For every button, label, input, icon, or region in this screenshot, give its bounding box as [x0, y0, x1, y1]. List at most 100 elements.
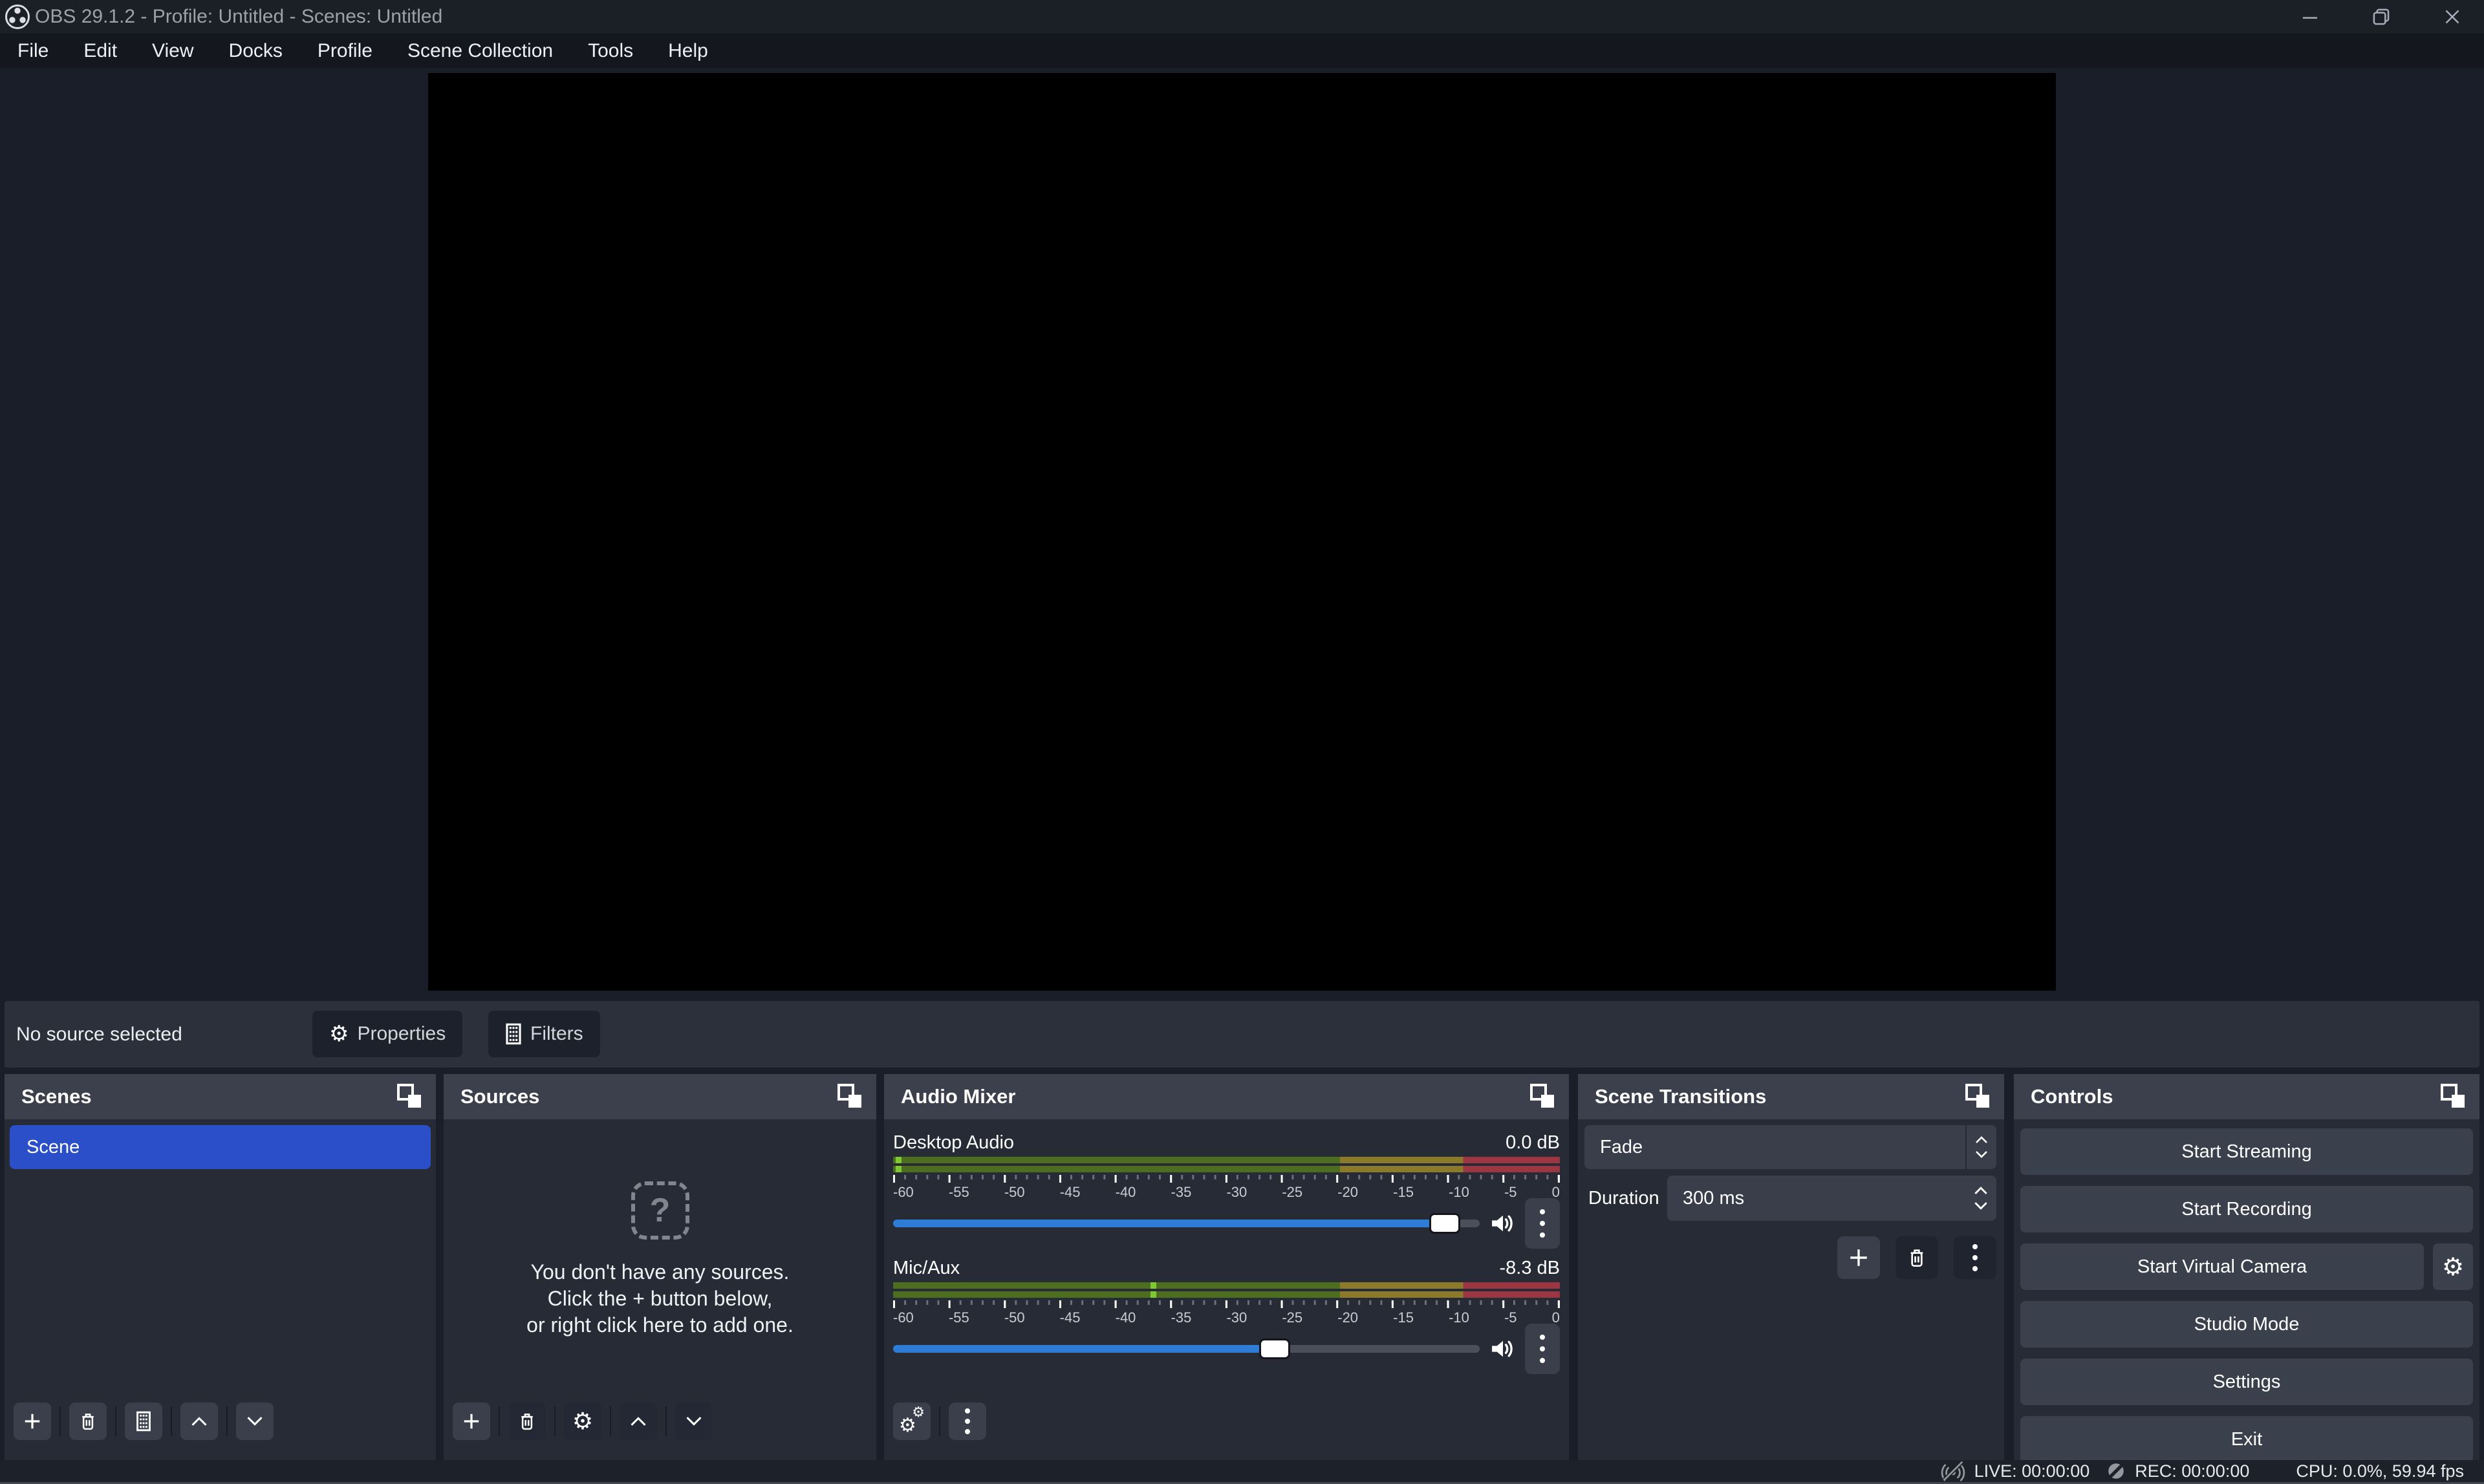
meter-scale-labels: -60-55-50-45-40-35-30-25-20-15-10-50 [893, 1309, 1560, 1326]
exit-button[interactable]: Exit [2020, 1416, 2473, 1463]
channel-name: Mic/Aux [893, 1258, 960, 1279]
scenes-panel: Scenes Scene [5, 1074, 436, 1461]
title-bar: OBS 29.1.2 - Profile: Untitled - Scenes:… [0, 0, 2484, 34]
studio-mode-button[interactable]: Studio Mode [2020, 1301, 2473, 1348]
close-button[interactable] [2437, 4, 2467, 30]
mixer-channel-mic-aux: Mic/Aux -8.3 dB -60-55-50-45-40-35-30-25… [884, 1254, 1569, 1370]
menu-bar: File Edit View Docks Profile Scene Colle… [0, 34, 2484, 68]
menu-tools[interactable]: Tools [570, 34, 651, 68]
gear-icon: ⚙ [2442, 1253, 2464, 1281]
gear-icon: ⚙ [572, 1408, 593, 1435]
chevron-up-icon [629, 1415, 647, 1427]
remove-scene-button[interactable] [69, 1403, 107, 1440]
preview-canvas[interactable] [428, 73, 2056, 991]
sources-header: Sources [444, 1074, 876, 1119]
status-bar: LIVE: 00:00:00 REC: 00:00:00 CPU: 0.0%, … [0, 1460, 2484, 1484]
add-source-button[interactable] [453, 1403, 490, 1440]
scene-transitions-panel: Scene Transitions Fade Duration 300 ms [1578, 1074, 2004, 1461]
menu-scene-collection[interactable]: Scene Collection [390, 34, 570, 68]
trash-icon [78, 1412, 98, 1431]
menu-file[interactable]: File [0, 34, 66, 68]
start-streaming-button[interactable]: Start Streaming [2020, 1128, 2473, 1175]
controls-header: Controls [2014, 1074, 2479, 1119]
duration-spinbox[interactable]: 300 ms [1667, 1176, 1996, 1221]
rec-time: REC: 00:00:00 [2135, 1461, 2249, 1481]
sources-empty-line2: Click the + button below, [526, 1285, 794, 1312]
meter-ticks [893, 1175, 1560, 1183]
filters-button[interactable]: Filters [488, 1011, 600, 1057]
minimize-button[interactable] [2295, 4, 2325, 30]
controls-title: Controls [2031, 1085, 2113, 1108]
channel-options-button[interactable] [1525, 1198, 1560, 1249]
transition-options-button[interactable] [1954, 1236, 1996, 1279]
mixer-options-button[interactable] [949, 1403, 986, 1440]
sources-toolbar: ⚙ [453, 1403, 713, 1440]
duration-spinner[interactable] [1965, 1176, 1996, 1221]
scenes-title: Scenes [21, 1085, 92, 1108]
gear-icon: ⚙ [329, 1021, 349, 1047]
start-recording-button[interactable]: Start Recording [2020, 1186, 2473, 1232]
channel-volume-db: -8.3 dB [1500, 1258, 1561, 1279]
remove-source-button[interactable] [508, 1403, 546, 1440]
menu-view[interactable]: View [135, 34, 211, 68]
advanced-audio-button[interactable]: ⚙ ⚙ [893, 1403, 931, 1440]
popout-icon[interactable] [396, 1082, 424, 1111]
channel-options-button[interactable] [1525, 1324, 1560, 1374]
transition-select-spinner[interactable] [1965, 1125, 1996, 1169]
chevron-down-icon [1975, 1150, 1988, 1158]
double-gear-icon: ⚙ ⚙ [899, 1408, 925, 1434]
source-toolbar: No source selected ⚙ Properties Filters [5, 1001, 2479, 1068]
add-scene-button[interactable] [14, 1403, 51, 1440]
transitions-header: Scene Transitions [1578, 1074, 2004, 1119]
scene-list: Scene [5, 1119, 436, 1175]
volume-slider-handle[interactable] [1259, 1339, 1290, 1359]
popout-icon[interactable] [2439, 1082, 2468, 1111]
audio-mixer-header: Audio Mixer [884, 1074, 1569, 1119]
duration-value: 300 ms [1667, 1188, 1965, 1209]
chevron-down-icon [685, 1415, 703, 1427]
scene-move-up-button[interactable] [180, 1403, 218, 1440]
scene-item-selected[interactable]: Scene [10, 1125, 431, 1169]
speaker-icon[interactable] [1490, 1212, 1516, 1235]
chevron-up-icon [1975, 1136, 1988, 1144]
filters-label: Filters [530, 1023, 583, 1045]
audio-mixer-title: Audio Mixer [901, 1085, 1015, 1108]
mixer-toolbar: ⚙ ⚙ [893, 1403, 986, 1440]
audio-mixer-panel: Audio Mixer Desktop Audio 0.0 dB -60-55-… [884, 1074, 1569, 1461]
volume-slider[interactable] [893, 1345, 1480, 1353]
menu-help[interactable]: Help [651, 34, 726, 68]
properties-button[interactable]: ⚙ Properties [312, 1011, 462, 1057]
transition-select[interactable]: Fade [1584, 1125, 1996, 1169]
chevron-up-icon [190, 1415, 208, 1427]
filter-icon [135, 1411, 152, 1432]
scenes-header: Scenes [5, 1074, 436, 1119]
menu-edit[interactable]: Edit [66, 34, 135, 68]
volume-meter [893, 1157, 1560, 1172]
virtual-camera-settings-button[interactable]: ⚙ [2433, 1243, 2473, 1290]
scene-move-down-button[interactable] [236, 1403, 274, 1440]
settings-button[interactable]: Settings [2020, 1359, 2473, 1405]
restore-button[interactable] [2366, 4, 2396, 30]
source-move-up-button[interactable] [620, 1403, 657, 1440]
popout-icon[interactable] [1529, 1082, 1557, 1111]
cpu-fps-stats: CPU: 0.0%, 59.94 fps [2296, 1461, 2464, 1481]
source-properties-button[interactable]: ⚙ [564, 1403, 601, 1440]
transition-selected-value: Fade [1584, 1137, 1965, 1158]
sources-empty-line3: or right click here to add one. [526, 1312, 794, 1339]
scene-filters-button[interactable] [125, 1403, 162, 1440]
filter-icon [505, 1023, 522, 1045]
volume-slider-handle[interactable] [1429, 1213, 1460, 1234]
sources-empty-line1: You don't have any sources. [526, 1259, 794, 1285]
chevron-down-icon [246, 1415, 264, 1427]
menu-docks[interactable]: Docks [211, 34, 300, 68]
speaker-icon[interactable] [1490, 1337, 1516, 1360]
popout-icon[interactable] [836, 1082, 865, 1111]
properties-label: Properties [357, 1023, 446, 1045]
menu-profile[interactable]: Profile [300, 34, 390, 68]
volume-slider[interactable] [893, 1220, 1480, 1227]
start-virtual-camera-button[interactable]: Start Virtual Camera [2020, 1243, 2424, 1290]
add-transition-button[interactable] [1837, 1236, 1880, 1279]
popout-icon[interactable] [1964, 1082, 1993, 1111]
source-move-down-button[interactable] [675, 1403, 713, 1440]
remove-transition-button[interactable] [1895, 1236, 1938, 1279]
